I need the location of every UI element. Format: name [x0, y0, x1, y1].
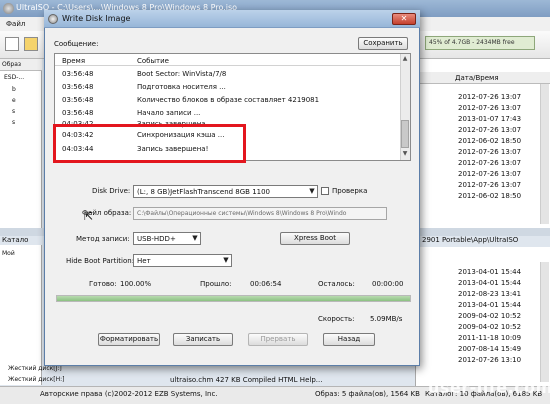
tree-item[interactable]: s — [12, 119, 15, 126]
local-tree-pane — [0, 245, 42, 385]
tree-item-drive-j[interactable]: Жесткий диск[J:] — [8, 365, 62, 372]
hide-boot-partition-select[interactable]: Нет — [133, 254, 232, 267]
write-method-label: Метод записи: — [76, 235, 130, 243]
disk-drive-label: Disk Drive: — [92, 187, 131, 195]
log-row-event: Boot Sector: WinVista/7/8 — [137, 70, 227, 78]
close-button[interactable]: ✕ — [392, 13, 416, 25]
local-date-cell: 2013-04-01 15:44 — [458, 268, 522, 276]
local-date-cell: 2007-08-14 15:49 — [458, 345, 522, 353]
image-tree-root[interactable]: ESD-... — [4, 74, 24, 81]
done-value: 100.00% — [120, 280, 152, 288]
tree-item[interactable]: b — [12, 86, 16, 93]
log-row-time: 03:56:48 — [62, 109, 94, 117]
verify-checkbox[interactable] — [321, 187, 329, 195]
file-date-cell: 2012-06-02 18:50 — [458, 192, 522, 200]
catalog-label: Катало — [2, 236, 29, 244]
copyright-text: Авторские права (c)2002-2012 EZB Systems… — [40, 390, 218, 398]
menu-file[interactable]: Файл — [6, 20, 25, 28]
remaining-value: 00:00:00 — [372, 280, 404, 288]
disk-drive-select[interactable]: (L:, 8 GB)JetFlashTranscend 8GB 1100 — [133, 185, 318, 198]
back-button[interactable]: Назад — [323, 333, 375, 346]
image-tree-pane — [0, 59, 42, 229]
speed-value: 5.09MB/s — [370, 315, 403, 323]
local-date-cell: 2013-04-01 15:44 — [458, 279, 522, 287]
speed-label: Скорость: — [318, 315, 355, 323]
disc-icon — [48, 14, 58, 24]
xpress-boot-button[interactable]: Xpress Boot — [280, 232, 350, 245]
scroll-thumb[interactable] — [401, 120, 409, 148]
file-date-cell: 2012-06-02 18:50 — [458, 137, 522, 145]
log-row-time: 03:56:48 — [62, 96, 94, 104]
file-date-cell: 2012-07-26 13:07 — [458, 93, 522, 101]
local-date-cell: 2011-11-18 10:09 — [458, 334, 522, 342]
write-button[interactable]: Записать — [173, 333, 233, 346]
verify-label: Проверка — [332, 187, 368, 195]
format-button[interactable]: Форматировать — [98, 333, 160, 346]
log-row-event: Количество блоков в образе составляет 42… — [137, 96, 320, 104]
local-date-cell: 2012-07-26 13:10 — [458, 356, 522, 364]
abort-button[interactable]: Прервать — [248, 333, 308, 346]
new-file-icon[interactable] — [5, 37, 19, 51]
log-row-event: Начало записи ... — [137, 109, 201, 117]
log-row-time: 03:56:48 — [62, 70, 94, 78]
elapsed-value: 00:06:54 — [250, 280, 282, 288]
log-header — [55, 54, 401, 66]
dialog-title: Write Disk Image — [62, 14, 131, 23]
tree-item-drive-h[interactable]: Жесткий диск[H:] — [8, 376, 64, 383]
local-date-cell: 2012-08-23 13:41 — [458, 290, 522, 298]
date-column-header[interactable]: Дата/Время — [455, 74, 499, 82]
capacity-indicator: 45% of 4.7GB - 2434MB free — [425, 36, 535, 50]
local-date-cell: 2009-04-02 10:52 — [458, 323, 522, 331]
ultraiso-disc-icon — [3, 3, 14, 14]
file-date-cell: 2012-07-26 13:07 — [458, 126, 522, 134]
local-date-cell: 2013-04-01 15:44 — [458, 301, 522, 309]
log-column-event[interactable]: Событие — [137, 57, 169, 65]
progress-bar-fill — [57, 296, 410, 301]
tree-item[interactable]: s — [12, 108, 15, 115]
image-tree-header: Образ — [0, 59, 42, 71]
image-file-count: Образ: 5 файла(ов), 1564 KB — [315, 390, 420, 398]
chevron-down-icon[interactable]: ▼ — [221, 255, 231, 266]
save-log-button[interactable]: Сохранить — [358, 37, 408, 50]
local-list-scrollbar[interactable] — [540, 262, 549, 382]
file-date-cell: 2012-07-26 13:07 — [458, 148, 522, 156]
file-date-cell: 2012-07-26 13:07 — [458, 104, 522, 112]
file-list-scrollbar[interactable] — [540, 84, 549, 224]
tree-item-my-computer[interactable]: Мой — [2, 250, 15, 257]
remaining-label: Осталось: — [318, 280, 355, 288]
scroll-down-icon[interactable]: ▼ — [401, 150, 409, 158]
hide-boot-partition-label: Hide Boot Partition: — [66, 257, 135, 265]
file-date-cell: 2012-07-26 13:07 — [458, 159, 522, 167]
site-watermark: user-life.com — [428, 378, 550, 397]
image-file-path-field[interactable]: C:\Файлы\Операционные системы\Windows 8\… — [133, 207, 387, 220]
local-path: 2901 Portable\App\UltraISO — [422, 236, 519, 244]
mouse-cursor-icon: ⇱ — [84, 210, 94, 223]
tree-item[interactable]: e — [12, 97, 16, 104]
log-row-time: 03:56:48 — [62, 83, 94, 91]
file-date-cell: 2013-01-07 17:43 — [458, 115, 522, 123]
local-file-row[interactable]: ultraiso.chm 427 KB Compiled HTML Help..… — [170, 376, 322, 384]
done-label: Готово: — [89, 280, 117, 288]
close-icon: ✕ — [400, 14, 408, 23]
scroll-up-icon[interactable]: ▲ — [401, 55, 409, 63]
log-row-event: Подготовка носителя ... — [137, 83, 226, 91]
open-folder-icon[interactable] — [24, 37, 38, 51]
chevron-down-icon[interactable]: ▼ — [190, 233, 200, 244]
chevron-down-icon[interactable]: ▼ — [307, 186, 317, 197]
annotation-highlight — [53, 124, 246, 163]
log-column-time[interactable]: Время — [62, 57, 85, 65]
local-date-cell: 2009-04-02 10:52 — [458, 312, 522, 320]
message-label: Сообщение: — [54, 40, 99, 48]
file-date-cell: 2012-07-26 13:07 — [458, 170, 522, 178]
file-date-cell: 2012-07-26 13:07 — [458, 181, 522, 189]
elapsed-label: Прошло: — [200, 280, 232, 288]
